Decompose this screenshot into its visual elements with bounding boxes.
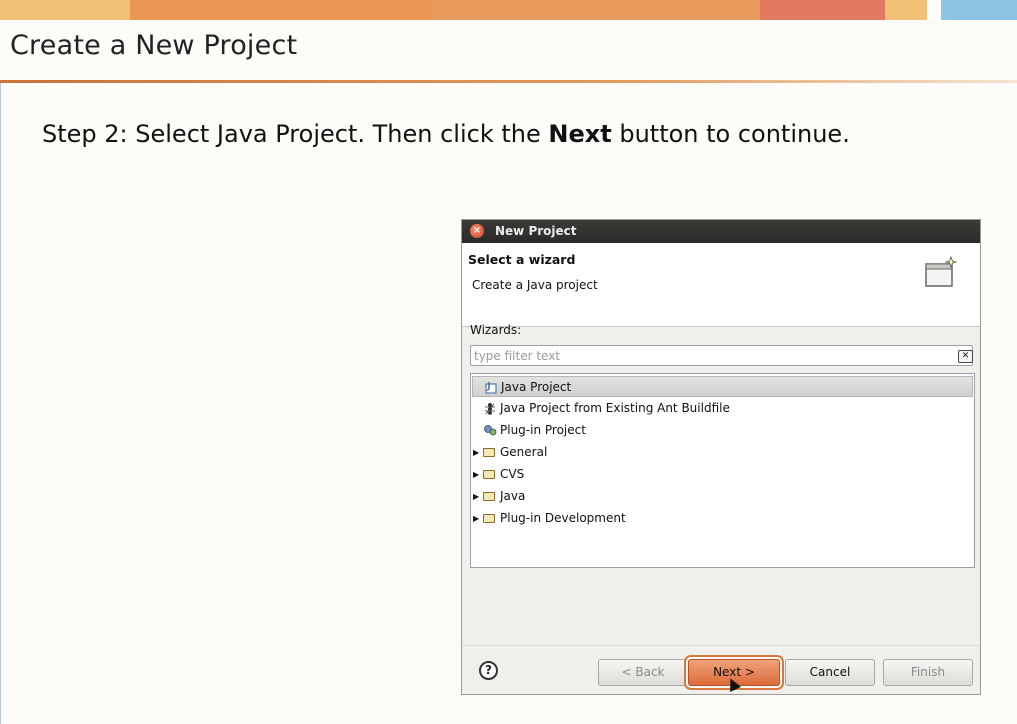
folder-icon [483, 448, 495, 457]
folder-icon [483, 470, 495, 479]
slide-title: Create a New Project [10, 30, 298, 61]
color-bar-segment [430, 0, 760, 20]
expand-arrow-icon[interactable]: ▶ [473, 464, 479, 485]
folder-icon [483, 514, 495, 523]
tree-item-label: Java Project [501, 380, 572, 394]
tree-item-label: Plug-in Development [500, 511, 626, 525]
tree-item-label: General [500, 445, 548, 459]
tree-folder-plugin-development[interactable]: ▶ Plug-in Development [472, 508, 973, 529]
tree-item-label: Java [500, 489, 526, 503]
plugin-icon [484, 425, 497, 436]
new-project-dialog: × New Project Select a wizard Create a J… [461, 219, 981, 695]
left-border-line [0, 83, 1, 724]
folder-icon [483, 492, 495, 501]
new-wizard-icon [925, 255, 958, 287]
java-project-icon [485, 382, 497, 394]
ant-icon [485, 403, 495, 415]
expand-arrow-icon[interactable]: ▶ [473, 508, 479, 529]
finish-button[interactable]: Finish [883, 659, 973, 686]
banner-description: Create a Java project [472, 278, 598, 292]
wizard-banner: Select a wizard Create a Java project [462, 243, 980, 327]
filter-input[interactable] [470, 345, 973, 366]
tree-item-label: Plug-in Project [500, 423, 586, 437]
title-underline [0, 80, 1017, 83]
cancel-button[interactable]: Cancel [785, 659, 875, 686]
dialog-titlebar: × New Project [462, 220, 980, 243]
slide-color-bar [0, 0, 1017, 20]
color-bar-segment [0, 0, 130, 20]
tree-item-ant-project[interactable]: Java Project from Existing Ant Buildfile [472, 398, 973, 419]
dialog-title: New Project [495, 224, 577, 238]
color-bar-segment [927, 0, 941, 20]
wizards-label: Wizards: [470, 323, 522, 337]
help-button[interactable]: ? [479, 661, 498, 680]
tree-item-plugin-project[interactable]: Plug-in Project [472, 420, 973, 441]
tree-item-label: Java Project from Existing Ant Buildfile [500, 401, 730, 415]
close-icon[interactable]: × [470, 224, 484, 238]
color-bar-segment [760, 0, 885, 20]
back-button[interactable]: < Back [598, 659, 688, 686]
tree-folder-cvs[interactable]: ▶ CVS [472, 464, 973, 485]
expand-arrow-icon[interactable]: ▶ [473, 442, 479, 463]
banner-heading: Select a wizard [468, 252, 576, 267]
step-text-bold: Next [548, 120, 612, 148]
step-text-suffix: button to continue. [611, 120, 850, 148]
step-instruction: Step 2: Select Java Project. Then click … [42, 120, 850, 148]
step-text-prefix: Step 2: Select Java Project. Then click … [42, 120, 549, 148]
color-bar-segment [130, 0, 430, 20]
tree-folder-java[interactable]: ▶ Java [472, 486, 973, 507]
tree-item-java-project[interactable]: Java Project [472, 376, 973, 397]
footer-divider [462, 645, 980, 646]
color-bar-segment [885, 0, 927, 20]
tree-item-label: CVS [500, 467, 525, 481]
color-bar-segment [941, 0, 1017, 20]
clear-filter-icon[interactable]: ✕ [958, 350, 973, 363]
expand-arrow-icon[interactable]: ▶ [473, 486, 479, 507]
tree-folder-general[interactable]: ▶ General [472, 442, 973, 463]
wizard-tree: Java Project Java Project from Existing … [470, 373, 975, 568]
